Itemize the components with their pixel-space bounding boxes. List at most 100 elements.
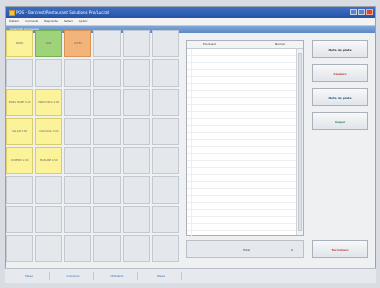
order-row[interactable] [187, 154, 297, 161]
order-row[interactable] [187, 133, 297, 140]
empty-tile[interactable] [64, 117, 92, 145]
empty-tile[interactable] [64, 88, 92, 116]
status-tab-tables[interactable]: Mese [9, 272, 50, 280]
status-tab-user[interactable]: Utilizator [97, 272, 138, 280]
empty-tile[interactable] [93, 205, 121, 233]
empty-tile[interactable] [35, 205, 63, 233]
empty-tile[interactable] [122, 30, 150, 58]
order-row[interactable] [187, 175, 297, 182]
empty-tile[interactable] [122, 147, 150, 175]
empty-tile[interactable] [64, 147, 92, 175]
order-row[interactable] [187, 56, 297, 63]
order-row[interactable] [187, 210, 297, 217]
empty-tile[interactable] [151, 147, 179, 175]
product-tile[interactable]: CASCAVAL 3.00 [35, 117, 63, 145]
order-row[interactable] [187, 196, 297, 203]
empty-tile[interactable] [64, 176, 92, 204]
product-tile[interactable]: MASLINE 2.00 [35, 147, 63, 175]
empty-tile[interactable] [35, 59, 63, 87]
product-tile[interactable]: PIZZA MICA 4.00 [35, 88, 63, 116]
bill-button[interactable]: Nota de plata [312, 40, 368, 58]
empty-tile[interactable] [151, 205, 179, 233]
empty-tile[interactable] [35, 234, 63, 262]
product-tile[interactable]: CIUPERCI 2.00 [6, 147, 34, 175]
empty-tile[interactable] [122, 59, 150, 87]
close-button[interactable] [366, 9, 373, 15]
order-row[interactable] [187, 119, 297, 126]
menu-item-settings[interactable]: Setari [64, 19, 73, 23]
empty-tile[interactable] [151, 59, 179, 87]
menu-item-help[interactable]: Ajutor [79, 19, 88, 23]
status-tab-tables-2[interactable]: Mese [141, 272, 182, 280]
empty-tile[interactable] [122, 176, 150, 204]
total-value: 0 [291, 248, 293, 252]
product-tile[interactable]: SALAM 3.00 [6, 117, 34, 145]
order-row[interactable] [187, 126, 297, 133]
order-row[interactable] [187, 84, 297, 91]
column-header-product[interactable]: Produsul [203, 41, 216, 48]
empty-tile[interactable] [93, 30, 121, 58]
order-row[interactable] [187, 105, 297, 112]
empty-tile[interactable] [6, 234, 34, 262]
minimize-button[interactable] [350, 9, 357, 15]
empty-tile[interactable] [93, 234, 121, 262]
empty-tile[interactable] [64, 59, 92, 87]
order-row[interactable] [187, 91, 297, 98]
empty-tile[interactable] [151, 88, 179, 116]
product-tile[interactable]: BAR [35, 30, 63, 58]
order-row[interactable] [187, 161, 297, 168]
empty-tile[interactable] [122, 117, 150, 145]
empty-tile[interactable] [64, 205, 92, 233]
finish-button[interactable]: Terminare [312, 240, 368, 258]
empty-tile[interactable] [151, 117, 179, 145]
empty-tile[interactable] [93, 117, 121, 145]
order-row[interactable] [187, 63, 297, 70]
empty-tile[interactable] [35, 176, 63, 204]
empty-tile[interactable] [93, 59, 121, 87]
order-row[interactable] [187, 77, 297, 84]
empty-tile[interactable] [151, 176, 179, 204]
product-grid: PIZZA BAR CAFEA PIZZA MARE 5.00 PIZZA MICA 4… [6, 30, 179, 262]
order-row[interactable] [187, 224, 297, 231]
print-bill-button[interactable]: Nota de plata [312, 88, 368, 106]
empty-tile[interactable] [122, 205, 150, 233]
order-row[interactable] [187, 112, 297, 119]
empty-tile[interactable] [122, 88, 150, 116]
product-tile[interactable]: PIZZA [6, 30, 34, 58]
menu-item-system[interactable]: Sistem [9, 19, 19, 23]
order-row[interactable] [187, 189, 297, 196]
order-row[interactable] [187, 49, 297, 56]
order-row[interactable] [187, 168, 297, 175]
empty-tile[interactable] [151, 234, 179, 262]
status-tab-orders[interactable]: Comenzi [53, 272, 94, 280]
empty-tile[interactable] [93, 88, 121, 116]
order-row[interactable] [187, 203, 297, 210]
empty-tile[interactable] [122, 234, 150, 262]
menu-item-reports[interactable]: Rapoarte [44, 19, 58, 23]
cancel-button[interactable]: Anulare [312, 64, 368, 82]
empty-tile[interactable] [6, 205, 34, 233]
empty-tile[interactable] [151, 30, 179, 58]
menu-item-orders[interactable]: Comenzi [25, 19, 38, 23]
order-row[interactable] [187, 217, 297, 224]
order-row[interactable] [187, 147, 297, 154]
product-tile[interactable]: CAFEA [64, 30, 92, 58]
back-button[interactable]: Inapoi [312, 112, 368, 130]
action-panel: Nota de plata Anulare Nota de plata Inap… [312, 40, 370, 260]
column-header-quantity[interactable]: Numar [275, 41, 285, 48]
order-row[interactable] [187, 98, 297, 105]
order-row[interactable] [187, 70, 297, 77]
order-row[interactable] [187, 231, 297, 238]
empty-tile[interactable] [6, 59, 34, 87]
status-bar: Mese Comenzi Utilizator Mese [5, 268, 376, 283]
order-row[interactable] [187, 140, 297, 147]
scrollbar-thumb[interactable] [298, 53, 302, 231]
product-tile[interactable]: PIZZA MARE 5.00 [6, 88, 34, 116]
maximize-button[interactable] [358, 9, 365, 15]
empty-tile[interactable] [6, 176, 34, 204]
order-row[interactable] [187, 182, 297, 189]
empty-tile[interactable] [93, 147, 121, 175]
empty-tile[interactable] [64, 234, 92, 262]
empty-tile[interactable] [93, 176, 121, 204]
order-list-scrollbar[interactable] [296, 49, 303, 235]
